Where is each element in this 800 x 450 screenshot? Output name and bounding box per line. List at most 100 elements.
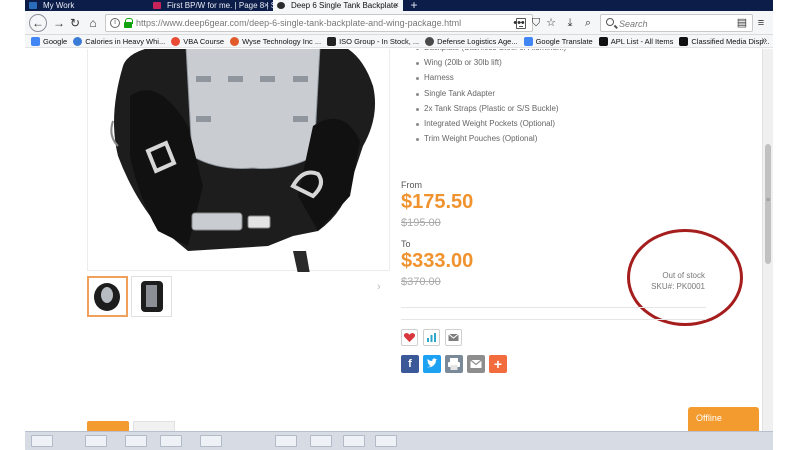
- taskbar-item[interactable]: [160, 435, 182, 447]
- email-friend-button[interactable]: [445, 329, 462, 346]
- web-icon: [73, 36, 83, 46]
- apl-icon: [598, 36, 608, 46]
- bookmark-calories[interactable]: Calories in Heavy Whi...: [73, 36, 165, 46]
- bookmark-google-translate[interactable]: Google Translate: [523, 36, 593, 46]
- taskbar-item[interactable]: [85, 435, 107, 447]
- print-share-button[interactable]: [445, 355, 463, 373]
- deep6-favicon-icon: [277, 2, 285, 9]
- tab-first-bpw[interactable]: First BP/W for me. | Page 8 | Sc ×: [149, 0, 273, 11]
- chat-offline-button[interactable]: Offline: [688, 407, 759, 431]
- page-scrollbar[interactable]: ≡: [762, 49, 773, 431]
- taskbar-item[interactable]: [200, 435, 222, 447]
- list-item: Integrated Weight Pockets (Optional): [415, 119, 566, 134]
- home-button[interactable]: ⌂: [85, 15, 101, 31]
- list-item: Backplate (Stainless Steel or Aluminum): [415, 49, 566, 58]
- wyse-icon: [230, 36, 240, 46]
- bookmark-wyse[interactable]: Wyse Technology Inc ...: [230, 36, 321, 46]
- thumbnail-image: [94, 283, 120, 311]
- close-icon[interactable]: ×: [394, 0, 399, 11]
- gallery-thumbnail[interactable]: [87, 276, 128, 317]
- lock-icon: [124, 18, 133, 28]
- list-item: Trim Weight Pouches (Optional): [415, 134, 566, 149]
- envelope-icon: [470, 359, 482, 368]
- divider: [401, 319, 706, 320]
- chat-offline-label: Offline: [696, 413, 722, 423]
- vba-icon: [171, 36, 181, 46]
- list-item: Wing (20lb or 30lb lift): [415, 58, 566, 73]
- bookmark-classified-media[interactable]: Classified Media Disp...: [679, 36, 770, 46]
- addthis-share-button[interactable]: +: [489, 355, 507, 373]
- bottom-tab[interactable]: [133, 421, 175, 431]
- tab-title: First BP/W for me. | Page 8 | Sc: [167, 1, 273, 10]
- tab-strip: My Work First BP/W for me. | Page 8 | Sc…: [25, 0, 773, 11]
- wishlist-button[interactable]: [401, 329, 418, 346]
- bookmark-iso-group[interactable]: ISO Group - In Stock, ...: [327, 36, 419, 46]
- google-icon: [31, 36, 40, 46]
- dla-icon: [425, 36, 435, 46]
- compare-button[interactable]: [423, 329, 440, 346]
- list-item: Harness: [415, 73, 566, 88]
- list-item: 2x Tank Straps (Plastic or S/S Buckle): [415, 104, 566, 119]
- iso-icon: [327, 36, 337, 46]
- tab-title: My Work: [43, 1, 75, 10]
- tab-deep6-backplate[interactable]: Deep 6 Single Tank Backplate ×: [273, 0, 403, 11]
- search-input[interactable]: [619, 17, 747, 30]
- taskbar-item[interactable]: [375, 435, 397, 447]
- zoom-icon[interactable]: ⌕: [580, 15, 596, 31]
- bookmark-star-icon[interactable]: ☆: [543, 15, 559, 31]
- backplate-wing-photo: [110, 49, 375, 274]
- info-icon[interactable]: i: [110, 18, 120, 28]
- envelope-icon: [448, 333, 459, 341]
- taskbar-item[interactable]: [275, 435, 297, 447]
- page-content: › Backplate (Stainless Steel or Aluminum…: [25, 49, 773, 431]
- bottom-tab-active[interactable]: [87, 421, 129, 431]
- download-icon[interactable]: ⤓: [562, 15, 578, 31]
- tab-title: Deep 6 Single Tank Backplate: [291, 1, 398, 10]
- pocket-icon[interactable]: ⛉: [528, 15, 544, 31]
- tab-my-work[interactable]: My Work: [25, 0, 149, 11]
- bookmark-google[interactable]: Google: [31, 36, 67, 46]
- navigation-toolbar: ← → ↻ ⌂ i https://www.deep6gear.com/deep…: [25, 11, 773, 35]
- annotation-circle: [627, 229, 743, 326]
- bookmark-apl-list[interactable]: APL List - All Items: [598, 36, 673, 46]
- sidebar-icon[interactable]: ▤: [734, 15, 750, 31]
- url-bar[interactable]: i https://www.deep6gear.com/deep-6-singl…: [105, 14, 533, 32]
- search-bar[interactable]: [600, 14, 753, 32]
- price-from: $175.50: [401, 191, 474, 213]
- back-button[interactable]: ←: [29, 14, 47, 32]
- taskbar-item[interactable]: [125, 435, 147, 447]
- heart-icon: [403, 333, 416, 342]
- search-icon: [606, 18, 614, 26]
- scrollbar-thumb[interactable]: [765, 144, 771, 264]
- thumbnail-image: [141, 281, 163, 312]
- twitter-share-button[interactable]: [423, 355, 441, 373]
- bookmark-dla[interactable]: Defense Logistics Age...: [425, 36, 518, 46]
- price-to-label: To: [401, 239, 411, 249]
- product-image[interactable]: [87, 49, 390, 274]
- ms-icon: [29, 2, 37, 9]
- taskbar-item[interactable]: [310, 435, 332, 447]
- menu-icon[interactable]: ≡: [753, 15, 769, 31]
- new-tab-button[interactable]: +: [403, 0, 425, 11]
- facebook-icon: f: [408, 358, 412, 370]
- url-text[interactable]: https://www.deep6gear.com/deep-6-single-…: [136, 18, 461, 28]
- page-actions-icon[interactable]: •••: [511, 15, 527, 31]
- bookmarks-toolbar: Google Calories in Heavy Whi... VBA Cour…: [25, 35, 773, 48]
- price-to-original: $370.00: [401, 276, 441, 288]
- email-share-button[interactable]: [467, 355, 485, 373]
- facebook-share-button[interactable]: f: [401, 355, 419, 373]
- taskbar-item[interactable]: [31, 435, 53, 447]
- forum-icon: [153, 2, 161, 9]
- forward-button[interactable]: →: [51, 15, 67, 31]
- close-icon[interactable]: ×: [264, 0, 269, 11]
- reload-button[interactable]: ↻: [67, 15, 83, 31]
- divider: [401, 307, 706, 308]
- media-icon: [679, 36, 689, 46]
- gallery-next-icon[interactable]: ›: [377, 281, 381, 293]
- more-bookmarks-icon[interactable]: »: [761, 35, 767, 47]
- price-to: $333.00: [401, 250, 474, 272]
- bookmark-vba-course[interactable]: VBA Course: [171, 36, 224, 46]
- taskbar-item[interactable]: [343, 435, 365, 447]
- bar-chart-icon: [427, 333, 436, 342]
- gallery-thumbnail[interactable]: [131, 276, 172, 317]
